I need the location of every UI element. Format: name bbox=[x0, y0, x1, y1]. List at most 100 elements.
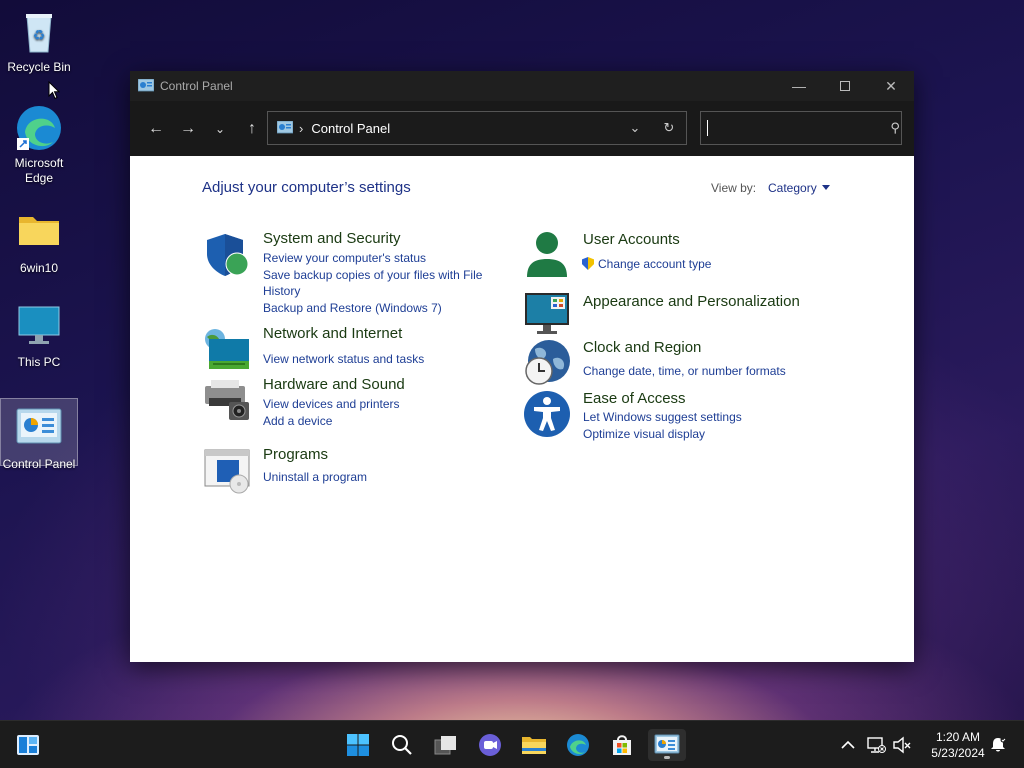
widgets-button[interactable] bbox=[12, 729, 44, 761]
search-input[interactable] bbox=[707, 120, 890, 136]
speaker-muted-icon bbox=[893, 736, 911, 754]
desktop-icon-control-panel[interactable]: Control Panel bbox=[0, 398, 78, 471]
store-icon bbox=[613, 735, 631, 755]
appearance-monitor-icon bbox=[525, 293, 569, 334]
view-by-label: View by: bbox=[711, 181, 757, 195]
accessibility-icon bbox=[524, 391, 570, 437]
chevron-down-icon: ⌄ bbox=[214, 121, 226, 136]
svg-text:♻: ♻ bbox=[33, 27, 46, 43]
chevron-up-icon bbox=[841, 740, 855, 749]
desktop-icon-this-pc[interactable]: This PC bbox=[0, 303, 78, 370]
minimize-icon: — bbox=[792, 78, 806, 94]
printer-icon bbox=[205, 380, 249, 420]
address-history-button[interactable]: ⌄ bbox=[618, 112, 652, 144]
category-title[interactable]: Hardware and Sound bbox=[263, 376, 405, 393]
folder-icon bbox=[15, 207, 63, 255]
category-title[interactable]: Appearance and Personalization bbox=[583, 293, 800, 310]
link-review-status[interactable]: Review your computer's status bbox=[263, 250, 503, 266]
breadcrumb-separator-icon: › bbox=[299, 120, 304, 136]
desktop-icon-label: 6win10 bbox=[19, 261, 59, 275]
category-title[interactable]: User Accounts bbox=[583, 231, 680, 248]
window-title: Control Panel bbox=[160, 79, 233, 93]
maximize-button[interactable] bbox=[822, 71, 868, 101]
notifications-button[interactable] bbox=[984, 729, 1012, 761]
desktop-icon-label: Recycle Bin bbox=[7, 60, 71, 74]
chat-button[interactable] bbox=[474, 729, 506, 761]
link-network-status[interactable]: View network status and tasks bbox=[263, 351, 503, 367]
control-panel-icon bbox=[138, 79, 154, 92]
uac-shield-icon bbox=[582, 257, 594, 270]
edge-taskbar-button[interactable] bbox=[562, 729, 594, 761]
link-change-account-type[interactable]: Change account type bbox=[582, 256, 822, 272]
file-explorer-button[interactable] bbox=[518, 729, 550, 761]
up-button[interactable]: ↑ bbox=[236, 113, 268, 145]
edge-icon bbox=[15, 104, 63, 152]
control-panel-window: Control Panel — ✕ ← → ⌄ ↑ › Control Pane… bbox=[130, 71, 914, 662]
desktop-icon-label: Microsoft Edge bbox=[14, 156, 64, 185]
arrow-right-icon: → bbox=[180, 119, 196, 137]
category-title[interactable]: System and Security bbox=[263, 230, 401, 247]
arrow-up-icon: ↑ bbox=[248, 119, 256, 137]
widgets-icon bbox=[17, 735, 39, 755]
link-backup-restore[interactable]: Backup and Restore (Windows 7) bbox=[263, 300, 503, 316]
control-panel-taskbar-button[interactable] bbox=[648, 729, 686, 761]
maximize-icon bbox=[840, 81, 850, 91]
desktop-icon-recycle-bin[interactable]: ♻ Recycle Bin bbox=[0, 8, 78, 75]
search-button[interactable] bbox=[386, 729, 418, 761]
store-button[interactable] bbox=[606, 729, 638, 761]
taskbar: 1:20 AM 5/23/2024 bbox=[0, 720, 1024, 768]
minimize-button[interactable]: — bbox=[776, 71, 822, 101]
title-bar[interactable]: Control Panel — ✕ bbox=[130, 71, 914, 101]
link-optimize-display[interactable]: Optimize visual display bbox=[583, 426, 823, 442]
link-add-device[interactable]: Add a device bbox=[263, 413, 503, 429]
network-tray-button[interactable] bbox=[862, 729, 890, 761]
back-button[interactable]: ← bbox=[140, 113, 172, 145]
task-view-button[interactable] bbox=[430, 729, 462, 761]
clock-globe-icon bbox=[525, 340, 570, 385]
recycle-bin-icon: ♻ bbox=[15, 8, 63, 56]
search-icon bbox=[392, 735, 412, 755]
link-devices-printers[interactable]: View devices and printers bbox=[263, 396, 503, 412]
running-indicator bbox=[664, 756, 670, 759]
forward-button[interactable]: → bbox=[172, 113, 204, 145]
windows-logo-icon bbox=[347, 734, 369, 756]
arrow-left-icon: ← bbox=[148, 119, 164, 137]
control-panel-icon bbox=[15, 405, 63, 453]
desktop-icon-label: This PC bbox=[17, 355, 61, 369]
desktop-icon-6win10[interactable]: 6win10 bbox=[0, 207, 78, 276]
volume-tray-button[interactable] bbox=[888, 729, 916, 761]
show-hidden-icons-button[interactable] bbox=[834, 729, 862, 761]
shield-icon bbox=[207, 234, 249, 276]
control-panel-icon bbox=[654, 734, 680, 754]
task-view-icon bbox=[434, 736, 456, 755]
chevron-down-icon: ⌄ bbox=[629, 120, 641, 135]
folder-icon bbox=[522, 737, 546, 754]
desktop-icon-edge[interactable]: Microsoft Edge bbox=[0, 104, 78, 186]
close-button[interactable]: ✕ bbox=[868, 71, 914, 101]
category-title[interactable]: Programs bbox=[263, 446, 328, 463]
search-icon[interactable]: ⚲ bbox=[889, 120, 901, 136]
desktop-icon-label: Control Panel bbox=[2, 457, 76, 471]
category-title[interactable]: Ease of Access bbox=[583, 390, 686, 407]
mouse-cursor-icon bbox=[48, 81, 60, 100]
refresh-button[interactable]: ↻ bbox=[652, 112, 686, 144]
user-icon bbox=[527, 232, 567, 277]
view-by-dropdown[interactable]: Category bbox=[768, 181, 830, 195]
link-change-date-formats[interactable]: Change date, time, or number formats bbox=[583, 363, 823, 379]
link-uninstall-program[interactable]: Uninstall a program bbox=[263, 469, 503, 485]
search-box[interactable]: ⚲ bbox=[700, 111, 902, 145]
edge-icon bbox=[567, 734, 589, 756]
breadcrumb-control-panel[interactable]: Control Panel bbox=[311, 121, 618, 136]
network-disconnected-icon bbox=[867, 737, 886, 753]
teams-chat-icon bbox=[479, 734, 501, 756]
link-suggest-settings[interactable]: Let Windows suggest settings bbox=[583, 409, 823, 425]
address-bar[interactable]: › Control Panel ⌄ ↻ bbox=[267, 111, 687, 145]
control-panel-icon bbox=[277, 121, 293, 134]
category-title[interactable]: Clock and Region bbox=[583, 339, 701, 356]
start-button[interactable] bbox=[342, 729, 374, 761]
link-file-history[interactable]: Save backup copies of your files with Fi… bbox=[263, 267, 503, 299]
recent-locations-button[interactable]: ⌄ bbox=[204, 113, 236, 145]
view-by-value: Category bbox=[768, 181, 817, 195]
refresh-icon: ↻ bbox=[663, 120, 675, 135]
category-title[interactable]: Network and Internet bbox=[263, 325, 402, 342]
